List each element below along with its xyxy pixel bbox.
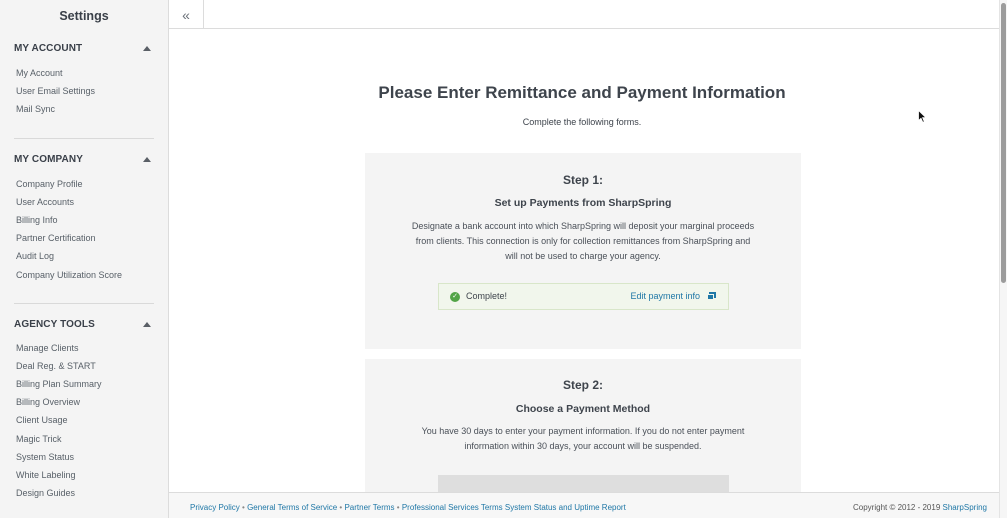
section-heading-my-company[interactable]: MY COMPANY xyxy=(14,153,154,167)
page-title: Please Enter Remittance and Payment Info… xyxy=(378,83,786,102)
top-bar: « xyxy=(169,0,999,29)
sidebar-item-billing-info[interactable]: Billing Info xyxy=(14,211,154,229)
step-number: Step 2: xyxy=(562,378,603,392)
main-content: Please Enter Remittance and Payment Info… xyxy=(169,30,999,492)
step-description-line: You have 30 days to enter your payment i… xyxy=(421,426,745,436)
sidebar-item-audit-log[interactable]: Audit Log xyxy=(14,247,154,265)
sidebar-item-partner-certification[interactable]: Partner Certification xyxy=(14,229,154,247)
step-description-line: will not be used to charge your agency. xyxy=(505,251,661,261)
footer-separator: • xyxy=(339,503,343,512)
brand-link[interactable]: SharpSpring xyxy=(943,503,987,512)
external-link-icon[interactable] xyxy=(707,292,716,300)
check-circle-icon: ✓ xyxy=(450,292,460,302)
sidebar-item-white-labeling[interactable]: White Labeling xyxy=(14,466,154,484)
section-my-account: MY ACCOUNT My Account User Email Setting… xyxy=(0,41,168,119)
sidebar-item-my-account[interactable]: My Account xyxy=(14,64,154,82)
settings-sidebar: Settings MY ACCOUNT My Account User Emai… xyxy=(0,0,169,518)
payment-method-button[interactable] xyxy=(438,475,729,492)
footer-separator: • xyxy=(396,503,400,512)
sidebar-item-user-email-settings[interactable]: User Email Settings xyxy=(14,82,154,100)
page-subtitle: Complete the following forms. xyxy=(522,117,642,127)
step-description-line: information within 30 days, your account… xyxy=(464,441,702,451)
sidebar-item-billing-plan-summary[interactable]: Billing Plan Summary xyxy=(14,375,154,393)
footer-link-privacy-policy[interactable]: Privacy Policy xyxy=(190,503,240,512)
caret-up-icon[interactable] xyxy=(143,322,151,328)
sidebar-divider xyxy=(14,137,154,139)
step-2-card: Step 2: Choose a Payment Method You have… xyxy=(365,359,801,492)
copyright-text: Copyright © 2012 - 2019 xyxy=(853,503,941,512)
footer-link-general-terms[interactable]: General Terms of Service xyxy=(247,503,337,512)
scrollbar-thumb[interactable] xyxy=(1001,3,1006,283)
section-heading-my-account[interactable]: MY ACCOUNT xyxy=(14,41,154,56)
sidebar-item-design-guides[interactable]: Design Guides xyxy=(14,484,154,502)
status-text: Complete! xyxy=(466,291,508,301)
section-heading-label: MY COMPANY xyxy=(14,154,83,166)
step-description-line: Designate a bank account into which Shar… xyxy=(411,221,755,231)
sidebar-item-user-accounts[interactable]: User Accounts xyxy=(14,193,154,211)
step-number: Step 1: xyxy=(562,173,603,187)
edit-payment-info-link[interactable]: Edit payment info xyxy=(630,291,700,301)
step-description-line: from clients. This connection is only fo… xyxy=(415,236,751,246)
vertical-scrollbar[interactable] xyxy=(999,0,1007,518)
footer: Privacy Policy • General Terms of Servic… xyxy=(169,492,999,518)
footer-link-system-status[interactable]: System Status and Uptime Report xyxy=(505,503,626,512)
section-heading-agency-tools[interactable]: AGENCY TOOLS xyxy=(14,318,154,332)
sidebar-divider xyxy=(14,302,154,304)
double-chevron-left-icon: « xyxy=(182,6,190,23)
step-title: Set up Payments from SharpSpring xyxy=(494,197,672,209)
step-title: Choose a Payment Method xyxy=(515,403,651,415)
caret-up-icon[interactable] xyxy=(143,157,151,163)
sidebar-item-system-status[interactable]: System Status xyxy=(14,448,154,466)
copyright: Copyright © 2012 - 2019 SharpSpring xyxy=(853,503,987,512)
sidebar-item-deal-reg-start[interactable]: Deal Reg. & START xyxy=(14,357,154,375)
sidebar-item-magic-trick[interactable]: Magic Trick xyxy=(14,430,154,448)
sidebar-item-company-utilization-score[interactable]: Company Utilization Score xyxy=(14,266,154,284)
section-agency-tools: AGENCY TOOLS Manage Clients Deal Reg. & … xyxy=(0,318,168,503)
sidebar-item-company-profile[interactable]: Company Profile xyxy=(14,175,154,193)
sidebar-title: Settings xyxy=(59,9,109,23)
step-description: Designate a bank account into which Shar… xyxy=(395,219,771,264)
caret-up-icon[interactable] xyxy=(143,46,151,51)
section-heading-label: MY ACCOUNT xyxy=(14,43,83,54)
payment-status-box: ✓ Complete! Edit payment info xyxy=(438,283,729,310)
footer-link-partner-terms[interactable]: Partner Terms xyxy=(344,503,394,512)
step-description: You have 30 days to enter your payment i… xyxy=(395,424,771,454)
footer-links: Privacy Policy • General Terms of Servic… xyxy=(190,503,626,512)
sidebar-item-manage-clients[interactable]: Manage Clients xyxy=(14,339,154,357)
step-1-card: Step 1: Set up Payments from SharpSpring… xyxy=(365,153,801,349)
sidebar-item-client-usage[interactable]: Client Usage xyxy=(14,411,154,429)
footer-link-professional-services-terms[interactable]: Professional Services Terms xyxy=(402,503,503,512)
section-my-company: MY COMPANY Company Profile User Accounts… xyxy=(0,153,168,284)
collapse-sidebar-button[interactable]: « xyxy=(169,0,204,29)
footer-separator: • xyxy=(242,503,245,512)
section-heading-label: AGENCY TOOLS xyxy=(14,319,95,331)
sidebar-item-mail-sync[interactable]: Mail Sync xyxy=(14,100,154,118)
sidebar-item-billing-overview[interactable]: Billing Overview xyxy=(14,393,154,411)
